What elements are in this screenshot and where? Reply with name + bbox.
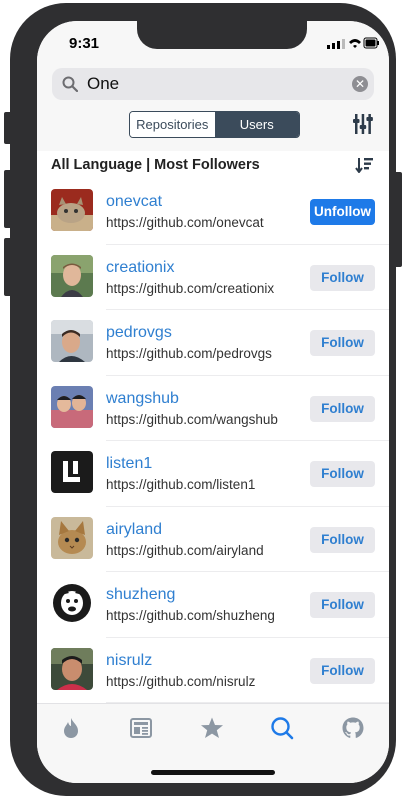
phone-frame: 9:31 One ✕ Repositories Users All Langua… <box>10 3 396 796</box>
status-icons <box>327 37 379 49</box>
filter-label: All Language | Most Followers <box>51 157 260 173</box>
follow-button[interactable]: Follow <box>310 330 375 356</box>
list-item[interactable]: pedrovgs https://github.com/pedrovgs Fol… <box>37 310 389 376</box>
user-url: https://github.com/shuzheng <box>106 608 275 623</box>
user-url: https://github.com/listen1 <box>106 477 256 492</box>
list-item[interactable]: airyland https://github.com/airyland Fol… <box>37 507 389 572</box>
avatar <box>51 189 93 231</box>
follow-button[interactable]: Follow <box>310 264 375 291</box>
follow-button[interactable]: Follow <box>310 461 375 487</box>
avatar <box>51 647 93 690</box>
user-url: https://github.com/pedrovgs <box>106 346 272 361</box>
avatar <box>51 451 93 493</box>
follow-button[interactable]: Follow <box>310 657 375 684</box>
user-list: onevcat https://github.com/onevcat Unfol… <box>37 179 389 703</box>
follow-button[interactable]: Follow <box>310 395 375 422</box>
user-url: https://github.com/airyland <box>106 542 264 558</box>
star-icon[interactable] <box>200 716 224 740</box>
segmented-control[interactable]: Repositories Users <box>129 111 300 138</box>
filter-sliders-icon[interactable] <box>353 113 373 135</box>
user-name[interactable]: pedrovgs <box>106 324 172 342</box>
sort-icon[interactable] <box>355 157 373 173</box>
list-item[interactable]: nisrulz https://github.com/nisrulz Follo… <box>37 638 389 703</box>
search-input[interactable]: One <box>87 74 119 94</box>
user-name[interactable]: wangshub <box>106 390 179 408</box>
avatar <box>51 385 93 428</box>
wifi-icon <box>349 39 361 48</box>
list-item[interactable]: onevcat https://github.com/onevcat Unfol… <box>37 179 389 245</box>
user-url: https://github.com/wangshub <box>106 411 278 427</box>
search-bar[interactable]: One ✕ <box>52 68 374 100</box>
segment-users[interactable]: Users <box>214 112 299 137</box>
notch <box>137 21 307 49</box>
list-item[interactable]: wangshub https://github.com/wangshub Fol… <box>37 376 389 441</box>
follow-button[interactable]: Follow <box>310 526 375 553</box>
clear-icon[interactable]: ✕ <box>352 76 368 92</box>
search-icon <box>62 76 78 92</box>
battery-icon <box>363 37 379 49</box>
user-name[interactable]: nisrulz <box>106 652 152 670</box>
avatar <box>51 254 93 297</box>
avatar <box>51 582 93 624</box>
list-item[interactable]: creationix https://github.com/creationix… <box>37 245 389 310</box>
flame-icon[interactable] <box>59 716 83 740</box>
user-name[interactable]: airyland <box>106 521 162 539</box>
user-name[interactable]: shuzheng <box>106 586 175 604</box>
search-icon[interactable] <box>270 716 294 740</box>
home-indicator[interactable] <box>151 770 275 775</box>
user-name[interactable]: listen1 <box>106 455 152 473</box>
unfollow-button[interactable]: Unfollow <box>310 199 375 225</box>
status-time: 9:31 <box>69 35 100 52</box>
news-icon[interactable] <box>129 716 153 740</box>
list-item[interactable]: shuzheng https://github.com/shuzheng Fol… <box>37 572 389 638</box>
user-name[interactable]: onevcat <box>106 193 162 211</box>
user-url: https://github.com/creationix <box>106 280 275 296</box>
list-item[interactable]: listen1 https://github.com/listen1 Follo… <box>37 441 389 507</box>
avatar <box>51 516 93 559</box>
user-name[interactable]: creationix <box>106 259 174 277</box>
screen: 9:31 One ✕ Repositories Users All Langua… <box>37 21 389 783</box>
user-url: https://github.com/nisrulz <box>106 673 256 689</box>
user-url: https://github.com/onevcat <box>106 215 264 230</box>
segment-repositories[interactable]: Repositories <box>130 112 215 137</box>
avatar <box>51 320 93 362</box>
github-icon[interactable] <box>341 716 365 740</box>
follow-button[interactable]: Follow <box>310 592 375 618</box>
signal-icon <box>327 39 345 49</box>
